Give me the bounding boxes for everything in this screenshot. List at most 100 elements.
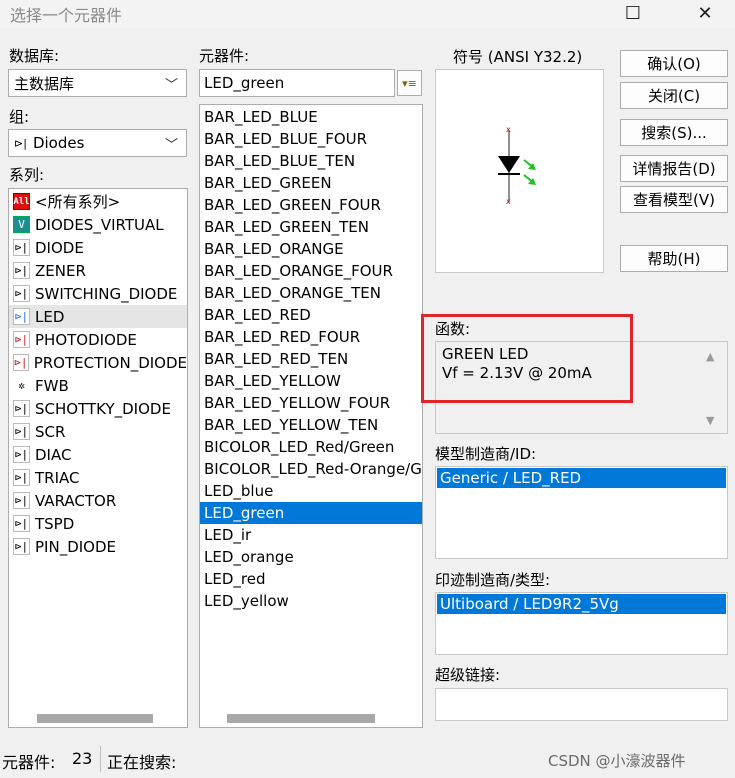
family-list[interactable]: All <所有系列> V DIODES_VIRTUAL ⊳| DIODE ⊳| ZENER ⊳|… xyxy=(8,188,188,728)
view-model-button[interactable]: 查看模型(V) xyxy=(620,186,728,213)
component-item[interactable]: BAR_LED_YELLOW_FOUR xyxy=(200,392,422,414)
family-item[interactable]: ⊳| PIN_DIODE xyxy=(9,535,187,558)
symbol-label: 符号 (ANSI Y32.2) xyxy=(453,48,583,66)
component-item[interactable]: BICOLOR_LED_Red-Orange/Green xyxy=(200,458,422,480)
close-button[interactable]: 关闭(C) xyxy=(620,82,728,109)
component-item[interactable]: BAR_LED_GREEN_TEN xyxy=(200,216,422,238)
component-item[interactable]: BAR_LED_BLUE xyxy=(200,106,422,128)
led-icon: ⊳| xyxy=(13,308,30,325)
hyperlink-label: 超级链接: xyxy=(435,666,501,684)
component-item[interactable]: BAR_LED_ORANGE xyxy=(200,238,422,260)
component-item[interactable]: BAR_LED_ORANGE_TEN xyxy=(200,282,422,304)
family-item[interactable]: ⊳| LED xyxy=(9,305,187,328)
scroll-thumb[interactable] xyxy=(227,714,375,723)
component-item[interactable]: LED_yellow xyxy=(200,590,422,612)
family-item[interactable]: V DIODES_VIRTUAL xyxy=(9,213,187,236)
component-item[interactable]: LED_blue xyxy=(200,480,422,502)
footprint-maker-list[interactable]: Ultiboard / LED9R2_5Vg xyxy=(435,592,728,655)
family-item-label: SWITCHING_DIODE xyxy=(35,284,178,303)
scroll-down-icon[interactable]: ▼ xyxy=(706,414,714,427)
svg-text:x: x xyxy=(506,197,511,206)
component-item[interactable]: LED_red xyxy=(200,568,422,590)
family-item-label: DIODES_VIRTUAL xyxy=(35,215,164,234)
ok-button[interactable]: 确认(O) xyxy=(620,50,728,77)
family-item[interactable]: ⊳| TSPD xyxy=(9,512,187,535)
family-item[interactable]: ⊳| TRIAC xyxy=(9,466,187,489)
model-maker-label: 模型制造商/ID: xyxy=(435,445,537,463)
family-item-label: TSPD xyxy=(35,514,75,533)
family-item[interactable]: ⊳| SCHOTTKY_DIODE xyxy=(9,397,187,420)
component-item[interactable]: BAR_LED_YELLOW xyxy=(200,370,422,392)
family-hscrollbar[interactable] xyxy=(9,710,187,727)
component-item[interactable]: BAR_LED_ORANGE_FOUR xyxy=(200,260,422,282)
family-item[interactable]: ⊳| ZENER xyxy=(9,259,187,282)
family-item[interactable]: ✲ FWB xyxy=(9,374,187,397)
component-label: 元器件: xyxy=(199,47,250,65)
schottky-icon: ⊳| xyxy=(13,400,30,417)
varactor-icon: ⊳| xyxy=(13,492,30,509)
family-item-label: DIODE xyxy=(35,238,84,257)
family-item-label: SCHOTTKY_DIODE xyxy=(35,399,171,418)
status-divider xyxy=(100,746,101,772)
bridge-icon: ✲ xyxy=(13,377,30,394)
model-maker-item[interactable]: Generic / LED_RED xyxy=(437,468,726,488)
protection-diode-icon: ⊳| xyxy=(13,354,29,371)
component-list[interactable]: BAR_LED_BLUE BAR_LED_BLUE_FOUR BAR_LED_BLU… xyxy=(199,104,423,728)
hyperlink-field[interactable] xyxy=(435,688,728,721)
family-item[interactable]: ⊳| VARACTOR xyxy=(9,489,187,512)
help-button[interactable]: 帮助(H) xyxy=(620,245,728,272)
diode-icon: ⊳| xyxy=(14,136,27,150)
scroll-thumb[interactable] xyxy=(37,714,153,723)
component-item[interactable]: BAR_LED_BLUE_FOUR xyxy=(200,128,422,150)
component-count-value: 23 xyxy=(72,749,93,768)
detail-report-button[interactable]: 详情报告(D) xyxy=(620,155,728,182)
component-item[interactable]: BAR_LED_RED_FOUR xyxy=(200,326,422,348)
symbol-preview: x x xyxy=(435,69,604,273)
led-symbol-icon: x x xyxy=(498,125,536,206)
family-item[interactable]: ⊳| PHOTODIODE xyxy=(9,328,187,351)
family-item[interactable]: ⊳| SCR xyxy=(9,420,187,443)
component-item[interactable]: BAR_LED_BLUE_TEN xyxy=(200,150,422,172)
component-item[interactable]: BAR_LED_RED_TEN xyxy=(200,348,422,370)
svg-text:x: x xyxy=(506,125,511,134)
tspd-icon: ⊳| xyxy=(13,515,30,532)
group-select[interactable]: ⊳| Diodes ﹀ xyxy=(8,129,187,157)
component-item[interactable]: LED_green xyxy=(200,502,422,524)
family-item-label: SCR xyxy=(35,422,66,441)
group-value: Diodes xyxy=(32,134,85,152)
window-title: 选择一个元器件 xyxy=(10,6,123,25)
family-item-label: DIAC xyxy=(35,445,72,464)
highlight-box xyxy=(421,314,633,403)
searching-label: 正在搜索: xyxy=(107,753,177,772)
component-item[interactable]: LED_ir xyxy=(200,524,422,546)
family-item-label: ZENER xyxy=(35,261,86,280)
component-item[interactable]: BAR_LED_YELLOW_TEN xyxy=(200,414,422,436)
component-search-value: LED_green xyxy=(204,74,285,92)
close-icon[interactable]: ✕ xyxy=(682,0,728,26)
family-item[interactable]: ⊳| DIODE xyxy=(9,236,187,259)
family-label: 系列: xyxy=(9,166,45,184)
triac-icon: ⊳| xyxy=(13,469,30,486)
model-maker-list[interactable]: Generic / LED_RED xyxy=(435,466,728,559)
footprint-maker-item[interactable]: Ultiboard / LED9R2_5Vg xyxy=(437,594,726,614)
scroll-up-icon[interactable]: ▲ xyxy=(706,350,714,363)
component-hscrollbar[interactable] xyxy=(200,710,422,727)
family-item[interactable]: ⊳| PROTECTION_DIODE xyxy=(9,351,187,374)
family-item-label: FWB xyxy=(35,376,69,395)
component-search-input[interactable]: LED_green xyxy=(199,69,395,97)
filter-icon[interactable]: ▾≡ xyxy=(397,70,422,96)
search-button[interactable]: 搜索(S)... xyxy=(620,119,728,146)
pin-diode-icon: ⊳| xyxy=(13,538,30,555)
family-item[interactable]: ⊳| SWITCHING_DIODE xyxy=(9,282,187,305)
component-item[interactable]: BAR_LED_RED xyxy=(200,304,422,326)
zener-icon: ⊳| xyxy=(13,262,30,279)
component-item[interactable]: BAR_LED_GREEN xyxy=(200,172,422,194)
family-item[interactable]: All <所有系列> xyxy=(9,190,187,213)
family-item[interactable]: ⊳| DIAC xyxy=(9,443,187,466)
component-item[interactable]: BICOLOR_LED_Red/Green xyxy=(200,436,422,458)
maximize-icon[interactable]: ☐ xyxy=(610,0,656,26)
switching-diode-icon: ⊳| xyxy=(13,285,30,302)
database-select[interactable]: 主数据库 ﹀ xyxy=(8,69,187,97)
component-item[interactable]: BAR_LED_GREEN_FOUR xyxy=(200,194,422,216)
component-item[interactable]: LED_orange xyxy=(200,546,422,568)
